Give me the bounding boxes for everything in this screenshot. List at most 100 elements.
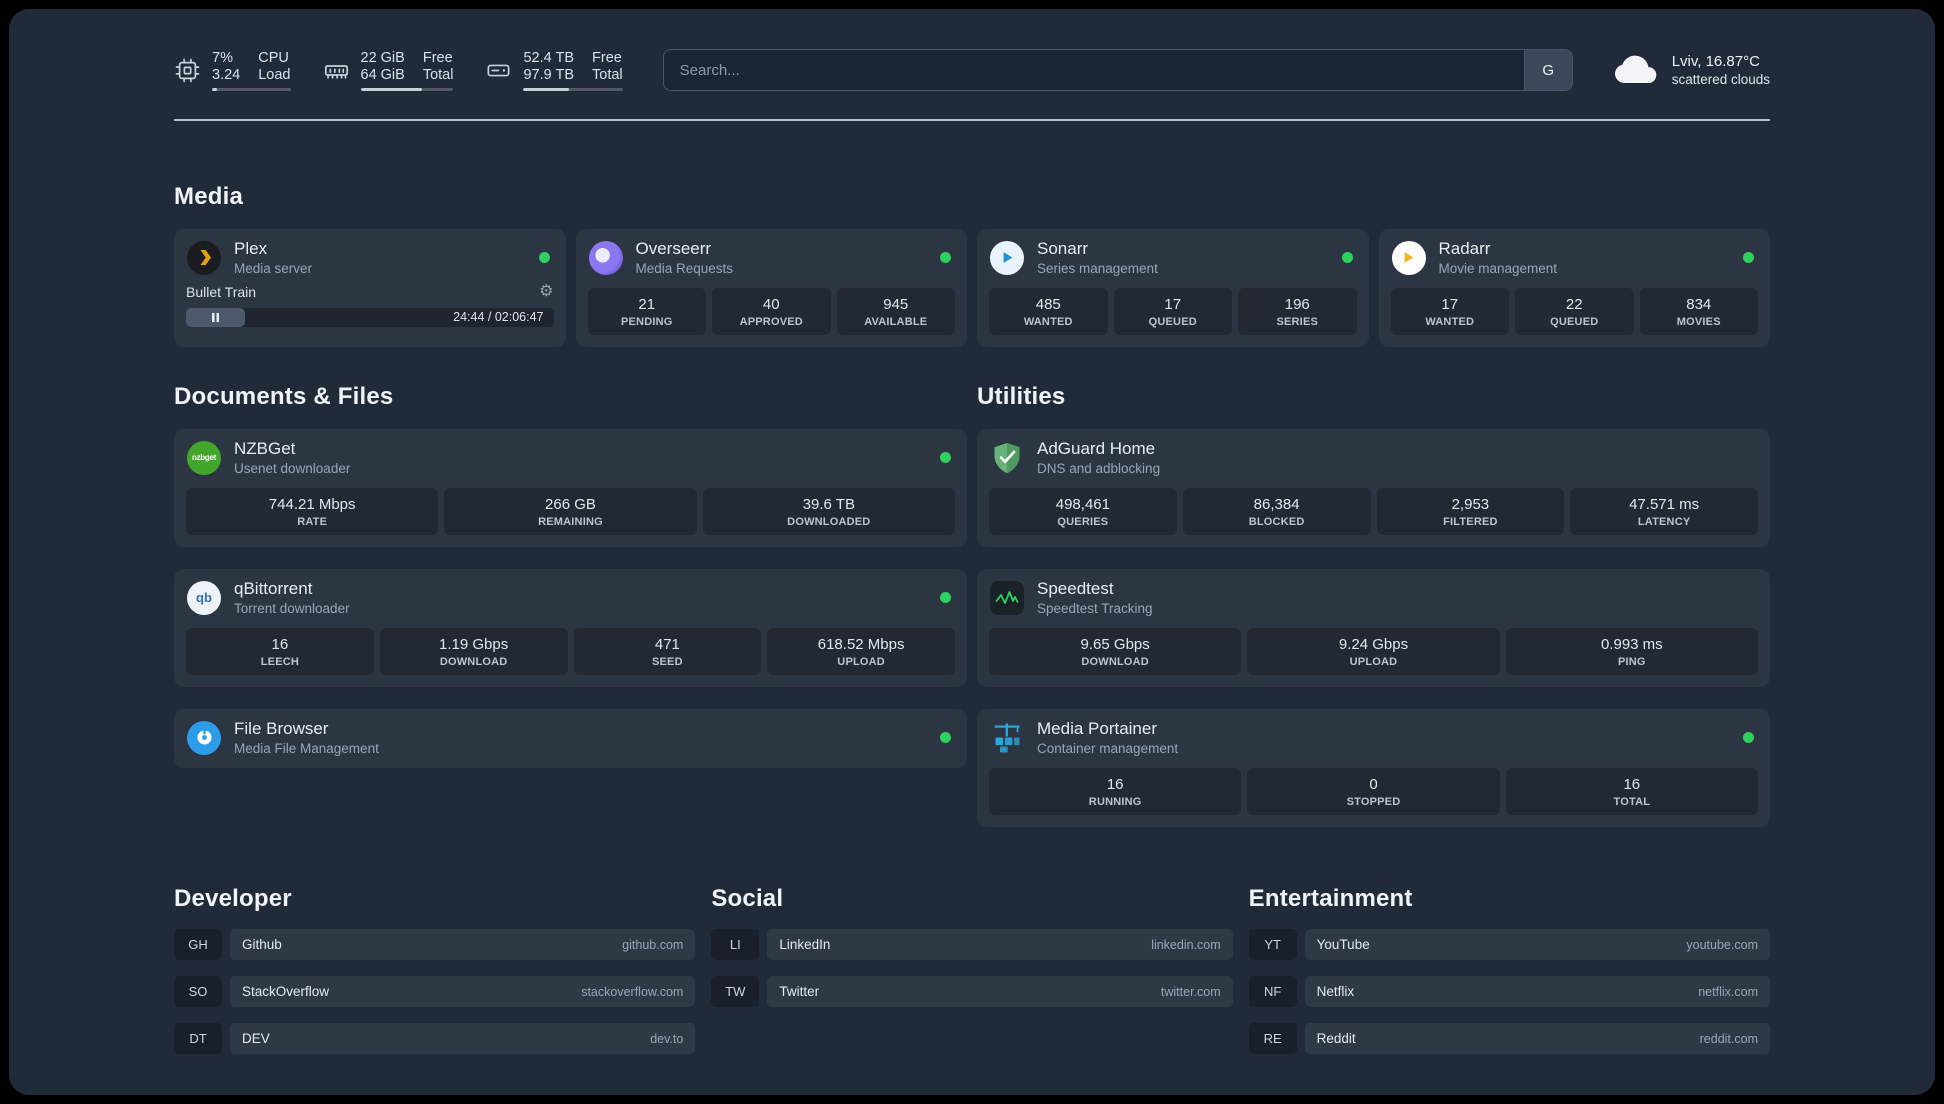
stat-label: SERIES bbox=[1276, 316, 1319, 328]
service-name: NZBGet bbox=[234, 439, 296, 458]
speedtest-icon bbox=[989, 580, 1025, 616]
status-dot bbox=[940, 252, 951, 263]
bookmark-bar: Github github.com bbox=[230, 929, 696, 960]
bookmark-abbr: SO bbox=[174, 976, 222, 1007]
stat-label: APPROVED bbox=[739, 316, 803, 328]
stat-value: 834 bbox=[1686, 296, 1712, 313]
bookmark-url: youtube.com bbox=[1686, 937, 1758, 952]
service-card-speedtest[interactable]: Speedtest Speedtest Tracking 9.65 Gbps D… bbox=[977, 569, 1770, 687]
service-name: Overseerr bbox=[635, 239, 712, 258]
resource-label: Total bbox=[422, 66, 454, 83]
search-input[interactable] bbox=[663, 50, 1524, 90]
service-card-plex[interactable]: Plex Media server Bullet Train ⚙ 24:44 /… bbox=[174, 229, 566, 347]
pause-icon[interactable] bbox=[211, 313, 219, 322]
bookmark-linkedin[interactable]: LI LinkedIn linkedin.com bbox=[711, 929, 1233, 960]
bookmark-reddit[interactable]: RE Reddit reddit.com bbox=[1248, 1023, 1770, 1054]
service-text: File Browser Media File Management bbox=[234, 719, 379, 756]
service-text: NZBGet Usenet downloader bbox=[234, 439, 350, 476]
status-dot bbox=[1341, 252, 1353, 263]
bookmarks: Developer GH Github github.com SO StackO… bbox=[174, 885, 1770, 1054]
bookmark-stackoverflow[interactable]: SO StackOverflow stackoverflow.com bbox=[174, 976, 696, 1007]
sonarr-icon bbox=[989, 240, 1025, 276]
bookmark-name: Reddit bbox=[1316, 1031, 1356, 1046]
weather-condition: scattered clouds bbox=[1671, 72, 1770, 87]
service-card-portainer[interactable]: Media Portainer Container management 16 … bbox=[977, 709, 1770, 827]
screen: 7% 3.24 CPU Load 22 GiB 64 GiB Free Tota… bbox=[0, 0, 1944, 1104]
bookmark-abbr: YT bbox=[1248, 929, 1297, 960]
status-dot bbox=[1743, 252, 1754, 263]
weather-widget[interactable]: Lviv, 16.87°C scattered clouds bbox=[1613, 52, 1770, 89]
search-bar[interactable]: G bbox=[662, 49, 1573, 91]
bookmark-github[interactable]: GH Github github.com bbox=[174, 929, 696, 960]
bookmark-abbr: DT bbox=[174, 1023, 222, 1054]
stat-label: LEECH bbox=[260, 656, 300, 668]
qbittorrent-icon: qb bbox=[186, 580, 222, 616]
stat-value: 9.24 Gbps bbox=[1338, 636, 1409, 653]
bookmark-dev[interactable]: DT DEV dev.to bbox=[174, 1023, 696, 1054]
section-title: Developer bbox=[174, 885, 292, 912]
stat-label: UPLOAD bbox=[837, 656, 885, 668]
service-card-radarr[interactable]: Radarr Movie management 17 WANTED 22 QUE… bbox=[1378, 229, 1770, 347]
bookmark-url: reddit.com bbox=[1699, 1031, 1758, 1046]
service-text: Radarr Movie management bbox=[1439, 239, 1558, 276]
gear-icon[interactable]: ⚙ bbox=[539, 284, 553, 300]
radarr-icon bbox=[1391, 240, 1427, 276]
resource-widgets: 7% 3.24 CPU Load 22 GiB 64 GiB Free Tota… bbox=[174, 50, 623, 91]
topbar: 7% 3.24 CPU Load 22 GiB 64 GiB Free Tota… bbox=[174, 49, 1770, 91]
section-title: Social bbox=[711, 885, 784, 912]
service-card-adguard[interactable]: AdGuard Home DNS and adblocking 498,461 … bbox=[977, 429, 1770, 547]
search-provider-button[interactable]: G bbox=[1523, 50, 1572, 90]
stat-movies: 834 MOVIES bbox=[1639, 288, 1758, 335]
service-card-overseerr[interactable]: Overseerr Media Requests 21 PENDING 40 A… bbox=[575, 229, 967, 347]
resource-value: 3.24 bbox=[212, 66, 241, 83]
bookmark-twitter[interactable]: TW Twitter twitter.com bbox=[711, 976, 1233, 1007]
service-card-sonarr[interactable]: Sonarr Series management 485 WANTED 17 Q… bbox=[977, 229, 1369, 347]
status-dot bbox=[940, 592, 951, 603]
overseerr-icon bbox=[588, 240, 624, 276]
playback-progress-bar[interactable]: 24:44 / 02:06:47 bbox=[186, 308, 554, 327]
stat-running: 16 RUNNING bbox=[989, 768, 1242, 815]
service-text: Sonarr Series management bbox=[1037, 239, 1158, 276]
stat-label: AVAILABLE bbox=[864, 316, 928, 328]
cpu-icon bbox=[174, 57, 201, 84]
stat-label: DOWNLOAD bbox=[439, 656, 508, 668]
service-name: Speedtest bbox=[1037, 579, 1114, 598]
bookmark-abbr: LI bbox=[711, 929, 760, 960]
service-name: Radarr bbox=[1438, 239, 1491, 258]
service-card-nzbget[interactable]: nzbget NZBGet Usenet downloader 744.21 M… bbox=[174, 429, 967, 547]
bookmark-netflix[interactable]: NF Netflix netflix.com bbox=[1248, 976, 1770, 1007]
bookmark-url: netflix.com bbox=[1698, 984, 1758, 999]
status-dot bbox=[538, 252, 550, 263]
stat-value: 40 bbox=[762, 296, 780, 313]
resource-value: 64 GiB bbox=[360, 66, 405, 83]
service-card-filebrowser[interactable]: File Browser Media File Management bbox=[174, 709, 967, 768]
service-description: Container management bbox=[1037, 741, 1179, 756]
stat-filtered: 2,953 FILTERED bbox=[1376, 488, 1565, 535]
resource-value: 7% bbox=[212, 49, 233, 66]
bookmark-abbr: RE bbox=[1248, 1023, 1297, 1054]
bookmark-group-developer: Developer GH Github github.com SO StackO… bbox=[174, 885, 696, 1054]
stat-value: 0 bbox=[1369, 776, 1378, 793]
service-description: Torrent downloader bbox=[234, 601, 350, 616]
weather-location: Lviv, 16.87°C bbox=[1671, 53, 1760, 70]
resource-usage-bar bbox=[212, 87, 291, 91]
bookmark-youtube[interactable]: YT YouTube youtube.com bbox=[1248, 929, 1770, 960]
bookmark-bar: StackOverflow stackoverflow.com bbox=[230, 976, 696, 1007]
service-card-qbittorrent[interactable]: qb qBittorrent Torrent downloader 16 LEE… bbox=[174, 569, 967, 687]
stat-label: WANTED bbox=[1425, 316, 1475, 328]
bookmark-bar: LinkedIn linkedin.com bbox=[767, 929, 1233, 960]
service-name: Sonarr bbox=[1037, 239, 1089, 258]
stat-label: PING bbox=[1617, 656, 1646, 668]
stat-value: 9.65 Gbps bbox=[1080, 636, 1150, 653]
status-dot bbox=[1743, 732, 1754, 743]
status-dot bbox=[940, 452, 951, 463]
service-text: Media Portainer Container management bbox=[1037, 719, 1178, 756]
resource-label: Free bbox=[422, 49, 453, 66]
stat-value: 39.6 TB bbox=[802, 496, 855, 513]
stat-value: 471 bbox=[654, 636, 680, 653]
stat-value: 485 bbox=[1035, 296, 1061, 313]
stat-value: 17 bbox=[1441, 296, 1459, 313]
bookmark-group-social: Social LI LinkedIn linkedin.com TW Twitt… bbox=[711, 885, 1233, 1054]
service-description: Usenet downloader bbox=[234, 461, 351, 476]
bookmark-abbr: NF bbox=[1248, 976, 1297, 1007]
